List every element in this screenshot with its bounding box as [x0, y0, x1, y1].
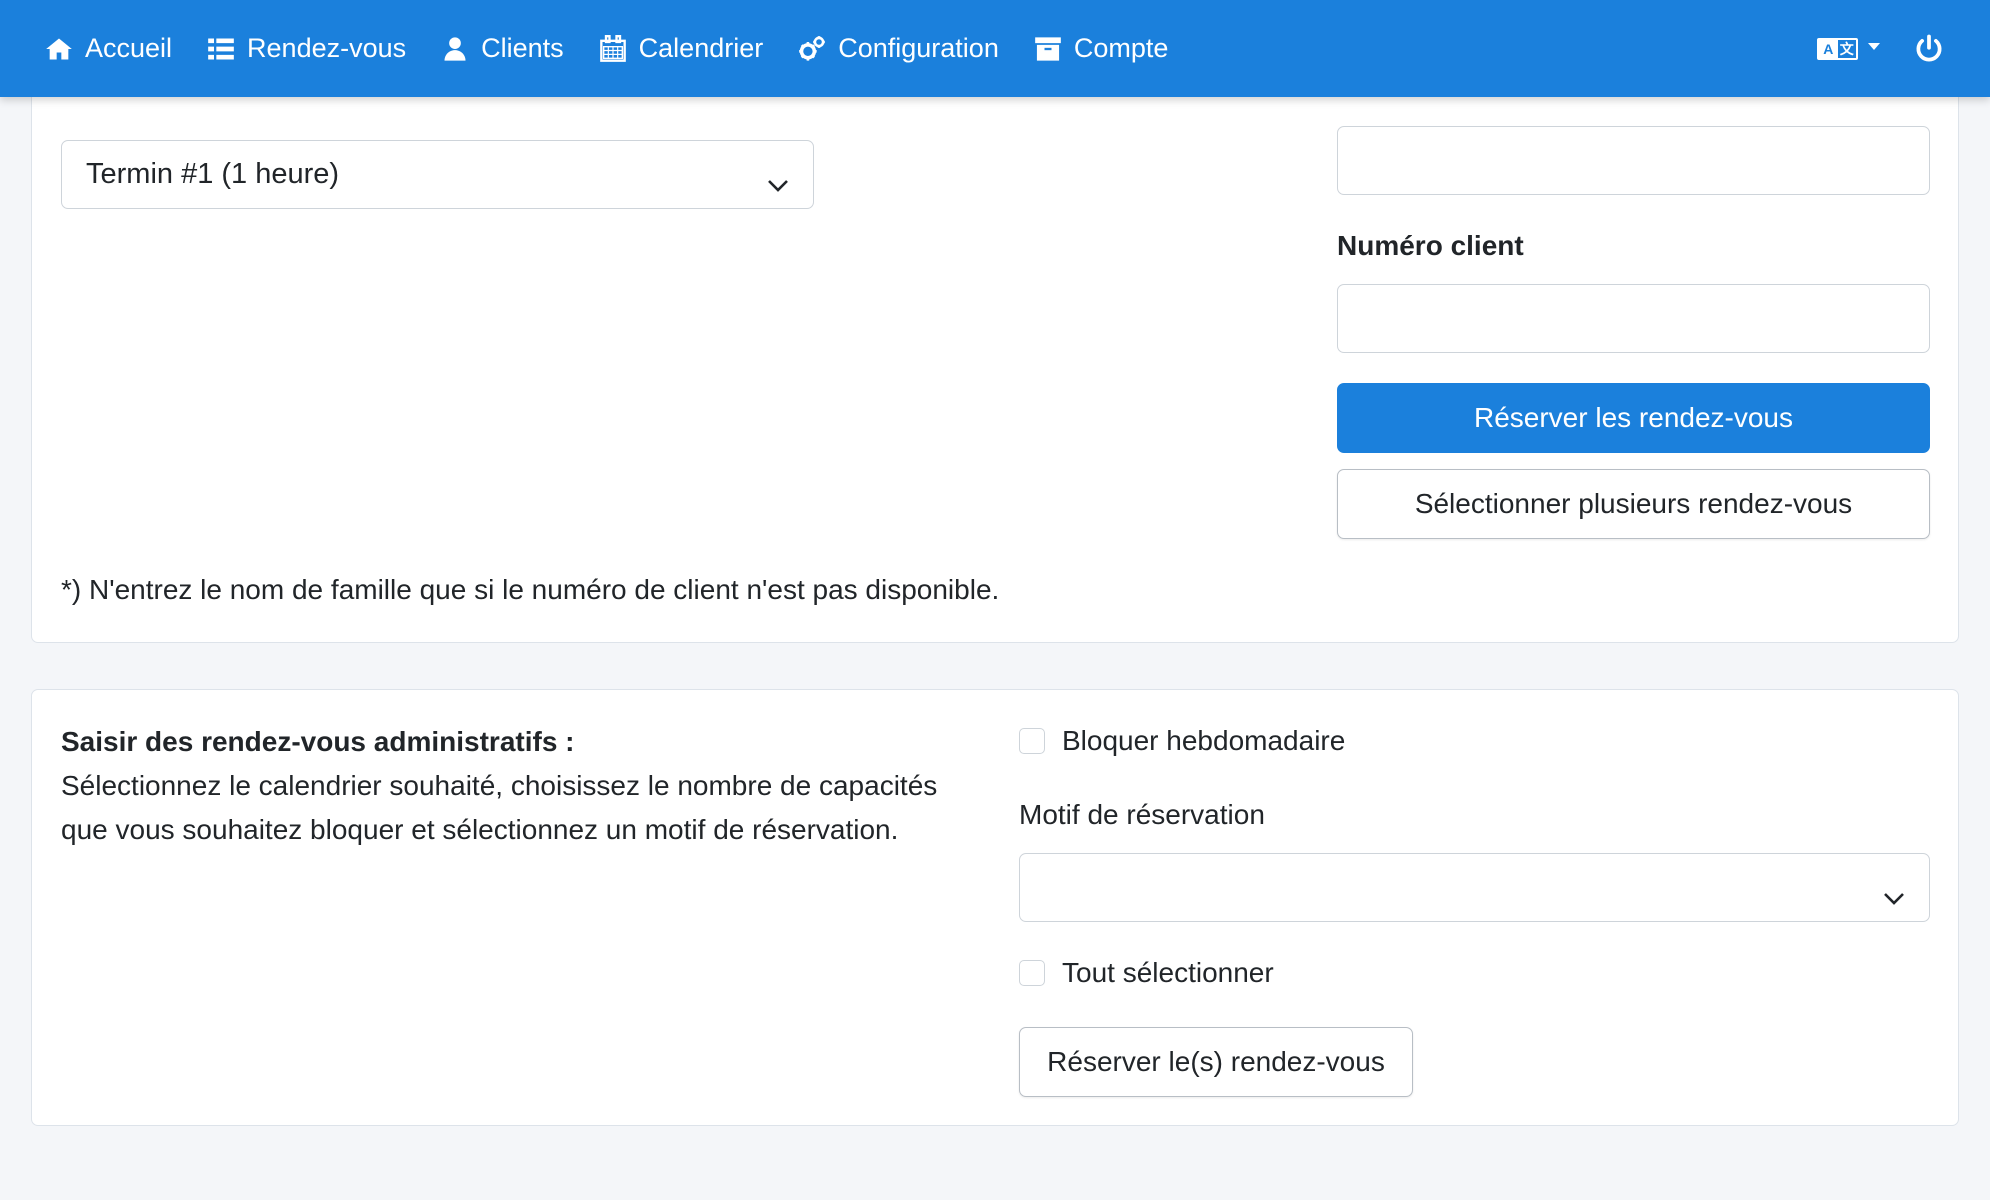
- list-icon: [207, 35, 235, 63]
- nav-calendar-label: Calendrier: [638, 33, 764, 63]
- appointment-type-select[interactable]: Termin #1 (1 heure): [61, 140, 814, 209]
- nav-configuration[interactable]: Configuration: [798, 33, 999, 64]
- power-icon[interactable]: [1914, 34, 1944, 64]
- chevron-down-icon: [1883, 881, 1905, 905]
- nav-home[interactable]: Accueil: [45, 33, 172, 64]
- select-all-label: Tout sélectionner: [1062, 957, 1274, 988]
- book-admin-appointments-button[interactable]: Réserver le(s) rendez-vous: [1019, 1027, 1413, 1097]
- nav-appointments-label: Rendez-vous: [247, 33, 407, 63]
- nav-appointments[interactable]: Rendez-vous: [207, 33, 406, 64]
- booking-card: Termin #1 (1 heure) Numéro client Réserv…: [31, 60, 1959, 643]
- user-icon: [441, 35, 469, 63]
- reason-label: Motif de réservation: [1019, 799, 1265, 830]
- lastname-field[interactable]: [1337, 126, 1930, 195]
- archive-icon: [1034, 35, 1062, 63]
- nav-home-label: Accueil: [85, 33, 173, 63]
- chevron-down-icon: [767, 168, 789, 192]
- nav-calendar[interactable]: Calendrier: [599, 33, 764, 64]
- language-dropdown[interactable]: A文: [1817, 37, 1880, 60]
- nav-clients[interactable]: Clients: [441, 33, 564, 64]
- nav-clients-label: Clients: [481, 33, 564, 63]
- cogs-icon: [798, 35, 826, 63]
- admin-description-text: Sélectionnez le calendrier souhaité, cho…: [61, 770, 938, 845]
- caret-down-icon: [1868, 43, 1880, 50]
- admin-description: Saisir des rendez-vous administratifs : …: [61, 720, 961, 852]
- admin-appointments-card: Saisir des rendez-vous administratifs : …: [31, 689, 1959, 1126]
- select-all-checkbox[interactable]: [1019, 960, 1045, 986]
- nav-configuration-label: Configuration: [838, 33, 999, 63]
- appointment-type-value: Termin #1 (1 heure): [86, 158, 340, 190]
- nav-account-label: Compte: [1073, 33, 1169, 63]
- main-nav: Accueil Rendez-vous Clients Calendrier C…: [45, 33, 1203, 64]
- calendar-icon: [599, 34, 627, 63]
- book-appointments-button[interactable]: Réserver les rendez-vous: [1337, 383, 1930, 453]
- weekly-block-label: Bloquer hebdomadaire: [1062, 725, 1346, 756]
- admin-title: Saisir des rendez-vous administratifs :: [61, 726, 575, 757]
- customer-number-label: Numéro client: [1337, 230, 1524, 261]
- lastname-footnote: *) N'entrez le nom de famille que si le …: [61, 574, 1000, 605]
- select-multiple-button[interactable]: Sélectionner plusieurs rendez-vous: [1337, 469, 1930, 539]
- nav-right: A文: [1817, 0, 1990, 97]
- language-icon: A文: [1817, 37, 1858, 60]
- home-icon: [45, 35, 73, 63]
- top-navbar: Accueil Rendez-vous Clients Calendrier C…: [0, 0, 1990, 97]
- customer-number-field[interactable]: [1337, 284, 1930, 353]
- reason-select[interactable]: [1019, 853, 1930, 922]
- weekly-block-checkbox[interactable]: [1019, 728, 1045, 754]
- nav-account[interactable]: Compte: [1034, 33, 1169, 64]
